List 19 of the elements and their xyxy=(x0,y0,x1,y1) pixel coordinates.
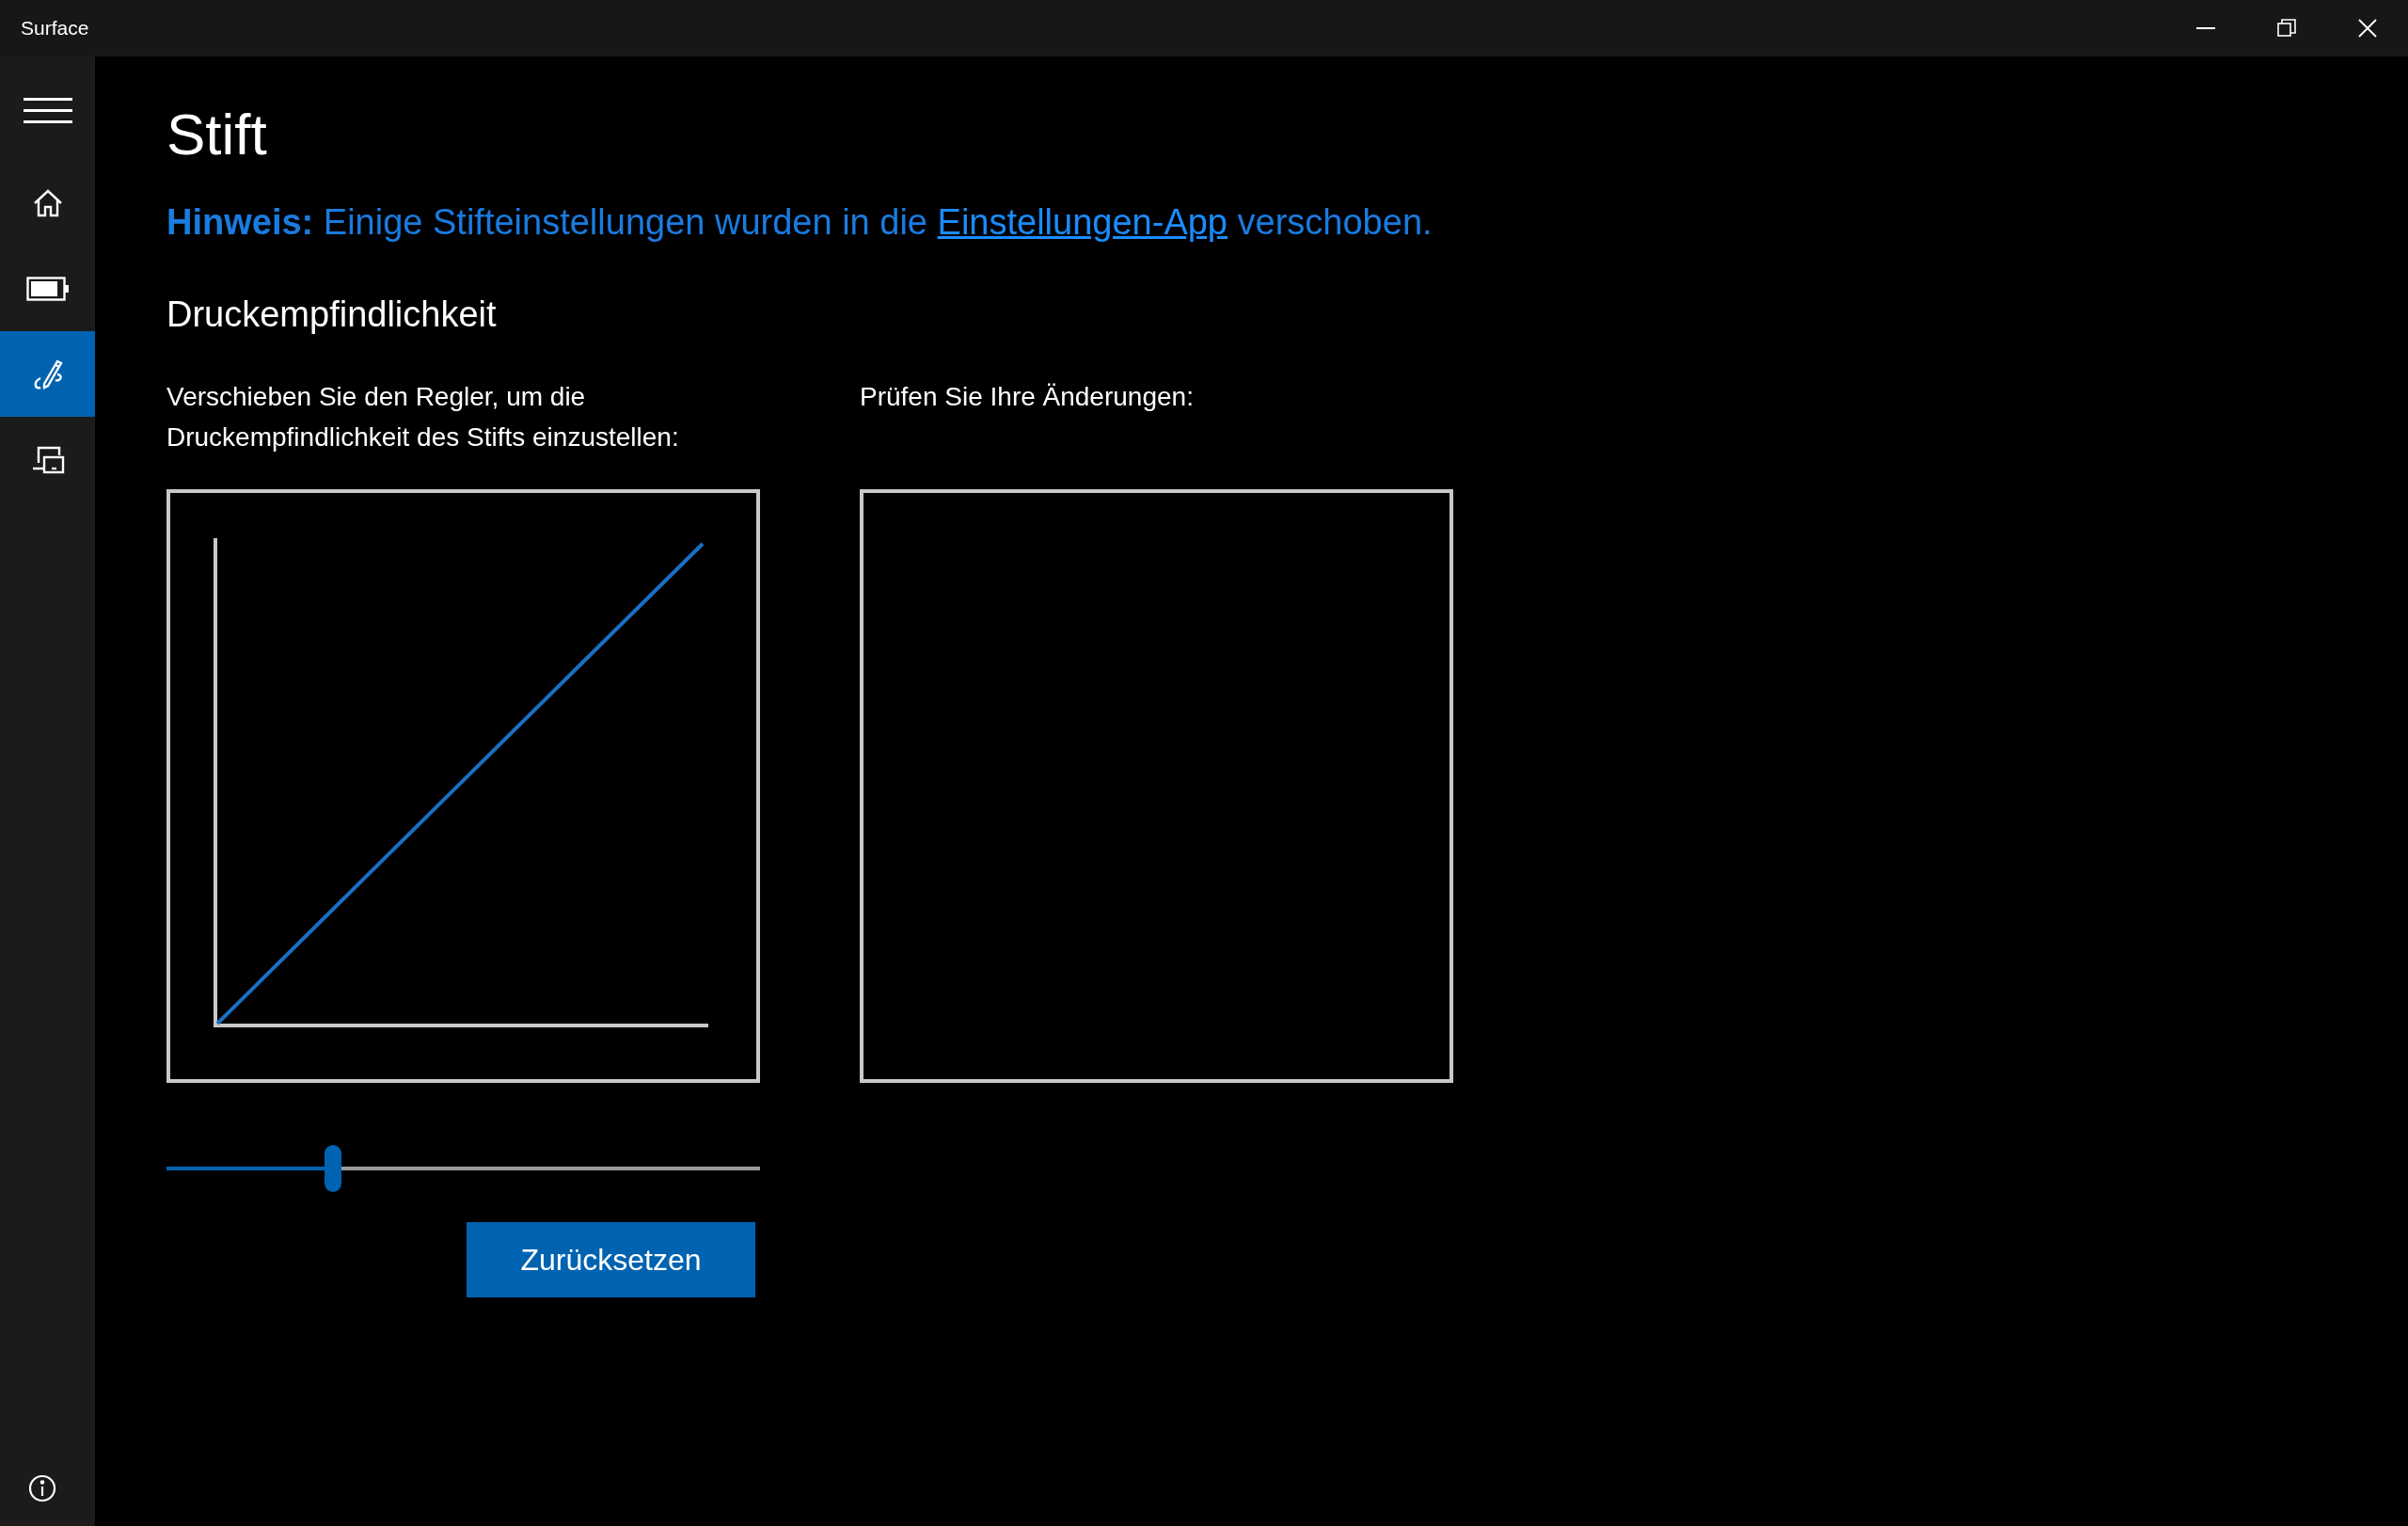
reset-button[interactable]: Zurücksetzen xyxy=(467,1222,755,1297)
drawing-test-area[interactable] xyxy=(860,489,1453,1083)
restore-icon xyxy=(2277,19,2296,38)
home-icon xyxy=(32,188,63,217)
menu-icon xyxy=(23,98,72,124)
info-icon xyxy=(28,1474,56,1502)
page-title: Stift xyxy=(166,101,268,168)
slider-instructions: Verschieben Sie den Regler, um die Druckempfindlichkeit des Stifts einzustellen: xyxy=(166,381,680,453)
window-title: Surface xyxy=(20,17,90,40)
close-icon xyxy=(2358,19,2377,38)
slider-thumb[interactable] xyxy=(324,1145,341,1192)
pressure-slider[interactable] xyxy=(166,1145,760,1192)
settings-app-link[interactable]: Einstellungen-App xyxy=(937,202,1228,242)
devices-icon xyxy=(30,445,65,474)
battery-icon xyxy=(25,276,70,301)
section-heading: Druckempfindlichkeit xyxy=(166,294,498,336)
minimize-icon xyxy=(2196,27,2215,29)
test-instructions: Prüfen Sie Ihre Änderungen: xyxy=(860,381,1195,413)
hint-text: Hinweis: Einige Stifteinstellungen wurden in die Einstellungen-App verschoben. xyxy=(166,201,1434,244)
